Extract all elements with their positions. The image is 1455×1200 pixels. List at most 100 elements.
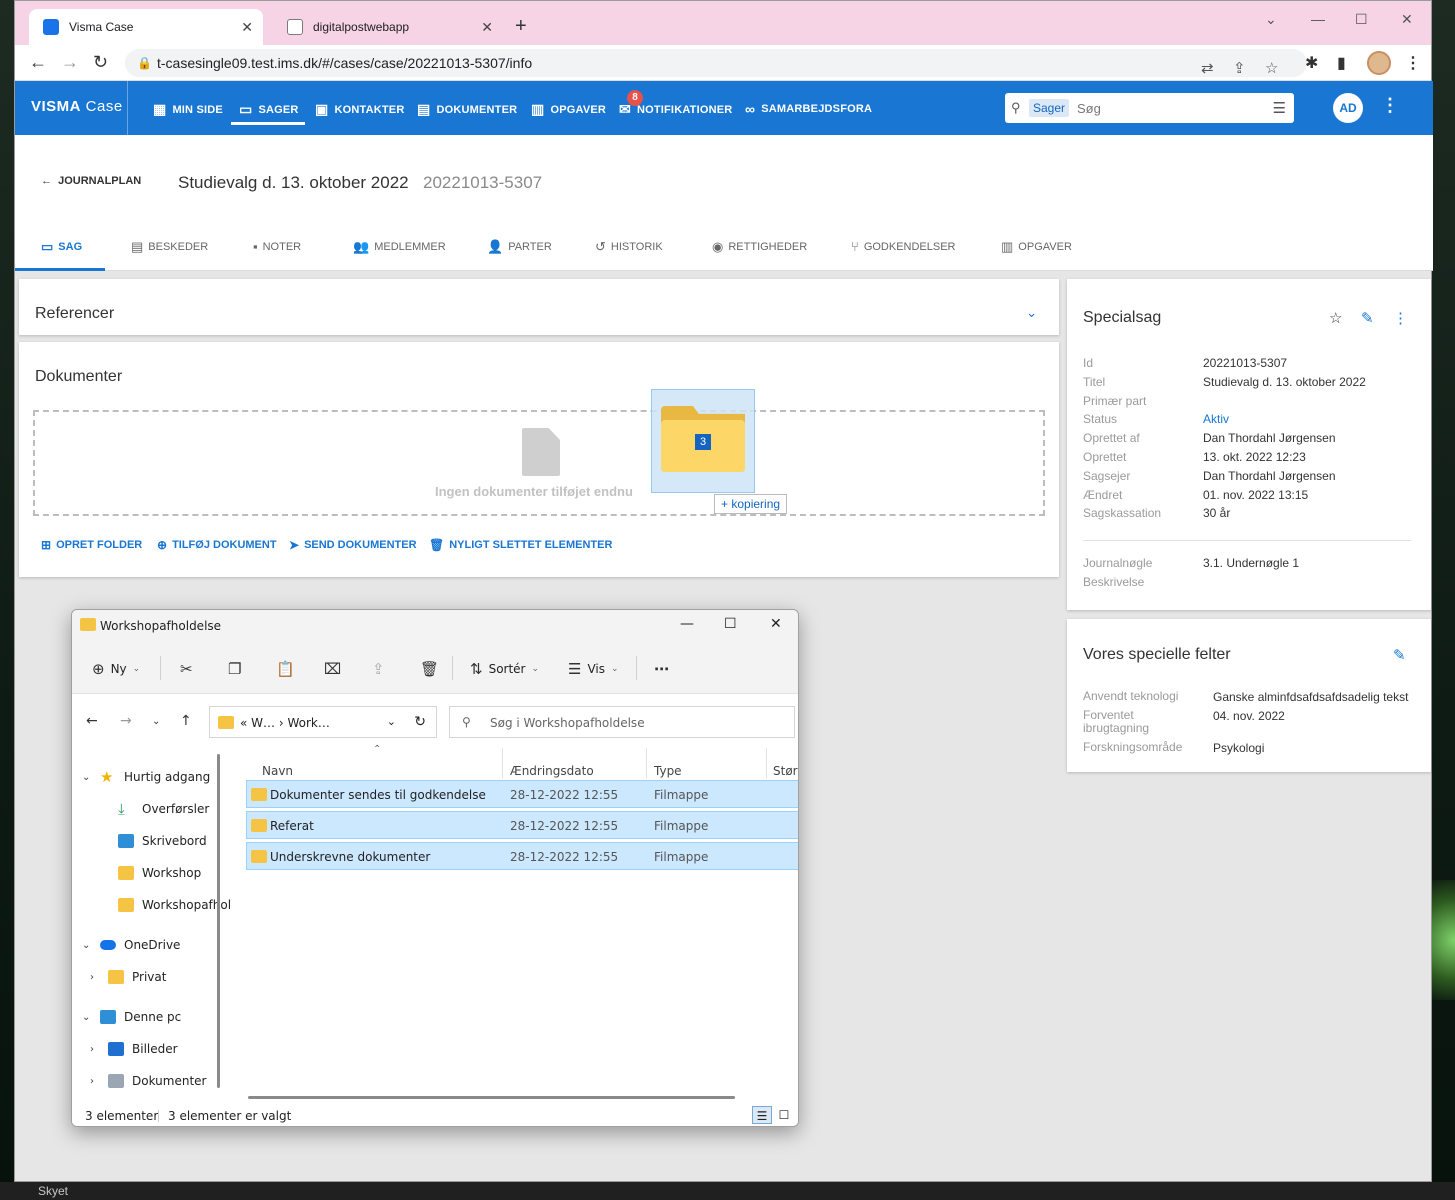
star-icon[interactable]: ☆: [1329, 309, 1342, 327]
share-icon[interactable]: ⇪: [1233, 55, 1246, 83]
delete-button[interactable]: 🗑: [420, 660, 439, 678]
more-options-button[interactable]: ⋯: [654, 660, 669, 678]
close-window-icon[interactable]: ✕: [1401, 11, 1413, 28]
journalplan-back-button[interactable]: ← JOURNALPLAN: [41, 175, 141, 187]
translate-icon[interactable]: ⇄: [1201, 55, 1214, 83]
recently-deleted-button[interactable]: 🗑 NYLIGT SLETTET ELEMENTER: [429, 538, 612, 552]
nav-pictures[interactable]: › Billeder: [90, 1042, 178, 1056]
back-arrow-icon[interactable]: ←: [86, 713, 98, 729]
side-panel-icon[interactable]: ▮: [1337, 53, 1346, 73]
minimize-icon[interactable]: —: [1311, 11, 1325, 27]
nav-scrollbar[interactable]: [217, 754, 220, 1088]
tab-godkendelser[interactable]: ⑂ GODKENDELSER: [851, 239, 956, 254]
tab-noter[interactable]: ▪ NOTER: [253, 239, 301, 254]
nav-workshopafholdelse[interactable]: Workshopafhol: [100, 898, 231, 912]
close-tab-icon[interactable]: ✕: [481, 19, 493, 36]
explorer-search-input[interactable]: ⚲ Søg i Workshopafholdelse: [449, 706, 795, 738]
rename-button[interactable]: ⌧: [324, 660, 341, 678]
file-row[interactable]: Underskrevne dokumenter 28-12-2022 12:55 F…: [246, 842, 798, 870]
close-window-icon[interactable]: ✕: [770, 616, 782, 632]
references-panel[interactable]: Referencer ⌄: [19, 279, 1059, 335]
folder-icon: [118, 866, 134, 880]
tab-opgaver[interactable]: ▥ OPGAVER: [1001, 239, 1072, 255]
visma-case-logo[interactable]: VISMA Case: [31, 98, 123, 115]
chevron-down-icon[interactable]: ⌄: [1026, 305, 1037, 321]
column-header-date[interactable]: Ændringsdato: [510, 764, 594, 778]
nav-workshop[interactable]: Workshop: [100, 866, 201, 880]
horizontal-scrollbar[interactable]: [248, 1096, 735, 1099]
file-row[interactable]: Dokumenter sendes til godkendelse 28-12-2…: [246, 780, 798, 808]
tab-digitalpost[interactable]: digitalpostwebapp ✕: [273, 9, 503, 45]
nav-quick-access[interactable]: ⌄ ★ Hurtig adgang: [82, 770, 210, 785]
add-document-button[interactable]: ⊕ TILFØJ DOKUMENT: [157, 538, 277, 552]
field-value[interactable]: Aktiv: [1203, 412, 1229, 426]
tab-rettigheder[interactable]: ◉ RETTIGHEDER: [712, 239, 807, 255]
tab-medlemmer[interactable]: 👥 MEDLEMMER: [353, 239, 446, 255]
send-documents-button[interactable]: ➤ SEND DOKUMENTER: [289, 538, 417, 552]
nav-sager[interactable]: ▭ SAGER: [239, 101, 299, 118]
nav-documents[interactable]: › Dokumenter: [90, 1074, 206, 1088]
sort-button[interactable]: ⇅ Sortér ⌄: [470, 660, 539, 678]
tab-beskeder[interactable]: ▤ BESKEDER: [131, 239, 208, 255]
new-button[interactable]: ⊕ Ny ⌄: [92, 660, 140, 678]
reload-icon[interactable]: ↻: [93, 52, 108, 73]
nav-notifikationer[interactable]: ✉ NOTIFIKATIONER: [619, 101, 732, 118]
new-tab-button[interactable]: +: [515, 15, 527, 38]
tab-search-icon[interactable]: ⌄: [1265, 11, 1277, 28]
column-header-size[interactable]: Størr: [773, 764, 798, 778]
nav-dokumenter[interactable]: ▤ DOKUMENTER: [417, 101, 517, 118]
nav-privat[interactable]: › Privat: [90, 970, 166, 984]
filter-tune-icon[interactable]: ☰: [1273, 99, 1286, 117]
more-vertical-icon[interactable]: ⋮: [1393, 309, 1408, 327]
view-button[interactable]: ☰ Vis ⌄: [568, 660, 619, 678]
bookmark-star-icon[interactable]: ☆: [1265, 55, 1278, 83]
nav-this-pc[interactable]: ⌄ Denne pc: [82, 1010, 181, 1024]
column-header-type[interactable]: Type: [654, 764, 682, 778]
tab-historik[interactable]: ↺ HISTORIK: [595, 239, 663, 255]
refresh-icon[interactable]: ↻: [414, 714, 426, 730]
edit-pencil-icon[interactable]: ✎: [1393, 646, 1406, 664]
url-field[interactable]: 🔒 t-casesingle09.test.ims.dk/#/cases/cas…: [125, 49, 1307, 77]
nav-samarbejdsfora[interactable]: ∞ SAMARBEJDSFORA: [745, 101, 872, 117]
nav-kontakter[interactable]: ▣ KONTAKTER: [315, 101, 404, 118]
back-arrow-icon[interactable]: ←: [29, 52, 47, 73]
share-button[interactable]: ⇪: [372, 660, 385, 678]
forward-arrow-icon[interactable]: →: [61, 52, 79, 73]
tab-visma-case[interactable]: Visma Case ✕: [29, 9, 263, 45]
minimize-icon[interactable]: —: [680, 616, 694, 632]
tab-parter[interactable]: 👤 PARTER: [487, 239, 552, 255]
create-folder-button[interactable]: ⊞ OPRET FOLDER: [41, 538, 142, 552]
nav-min-side[interactable]: ▦ MIN SIDE: [153, 101, 223, 118]
nav-opgaver[interactable]: ▥ OPGAVER: [531, 101, 606, 118]
document-drop-zone[interactable]: Ingen dokumenter tilføjet endnu: [33, 410, 1045, 516]
copy-button[interactable]: ❐: [228, 660, 241, 678]
edit-pencil-icon[interactable]: ✎: [1361, 309, 1374, 327]
global-search-input[interactable]: ⚲ Sager Søg ☰: [1005, 93, 1294, 123]
browser-menu-icon[interactable]: ⋮: [1405, 53, 1421, 73]
chevron-down-icon[interactable]: ⌄: [387, 715, 396, 728]
details-view-icon[interactable]: ☰: [752, 1106, 772, 1124]
paste-button[interactable]: 📋: [276, 660, 295, 678]
maximize-icon[interactable]: ☐: [1355, 11, 1368, 28]
nav-downloads[interactable]: ⤓ Overførsler: [100, 802, 209, 817]
search-scope-chip[interactable]: Sager: [1029, 99, 1070, 117]
extensions-puzzle-icon[interactable]: ✱: [1305, 53, 1318, 73]
app-more-menu-icon[interactable]: ⋮: [1381, 95, 1399, 116]
user-avatar[interactable]: AD: [1333, 93, 1363, 123]
nav-onedrive[interactable]: ⌄ OneDrive: [82, 938, 180, 952]
recent-locations-icon[interactable]: ⌄: [152, 716, 160, 727]
up-arrow-icon[interactable]: ↑: [180, 713, 192, 729]
nav-desktop[interactable]: Skrivebord: [100, 834, 207, 848]
tab-sag[interactable]: ▭ SAG: [41, 239, 82, 255]
tiles-view-icon[interactable]: ☐: [774, 1106, 794, 1124]
explorer-titlebar[interactable]: Workshopafholdelse — ☐ ✕: [72, 610, 798, 642]
maximize-icon[interactable]: ☐: [724, 616, 737, 632]
close-tab-icon[interactable]: ✕: [241, 19, 253, 36]
profile-avatar[interactable]: [1367, 51, 1391, 75]
cut-button[interactable]: ✂: [180, 660, 193, 678]
file-row[interactable]: Referat 28-12-2022 12:55 Filmappe: [246, 811, 798, 839]
special-fields-title: Vores specielle felter: [1083, 646, 1231, 663]
explorer-path-field[interactable]: « W… › Work… ⌄ ↻: [209, 706, 437, 738]
column-header-name[interactable]: Navn: [262, 764, 293, 778]
forward-arrow-icon[interactable]: →: [120, 713, 132, 729]
